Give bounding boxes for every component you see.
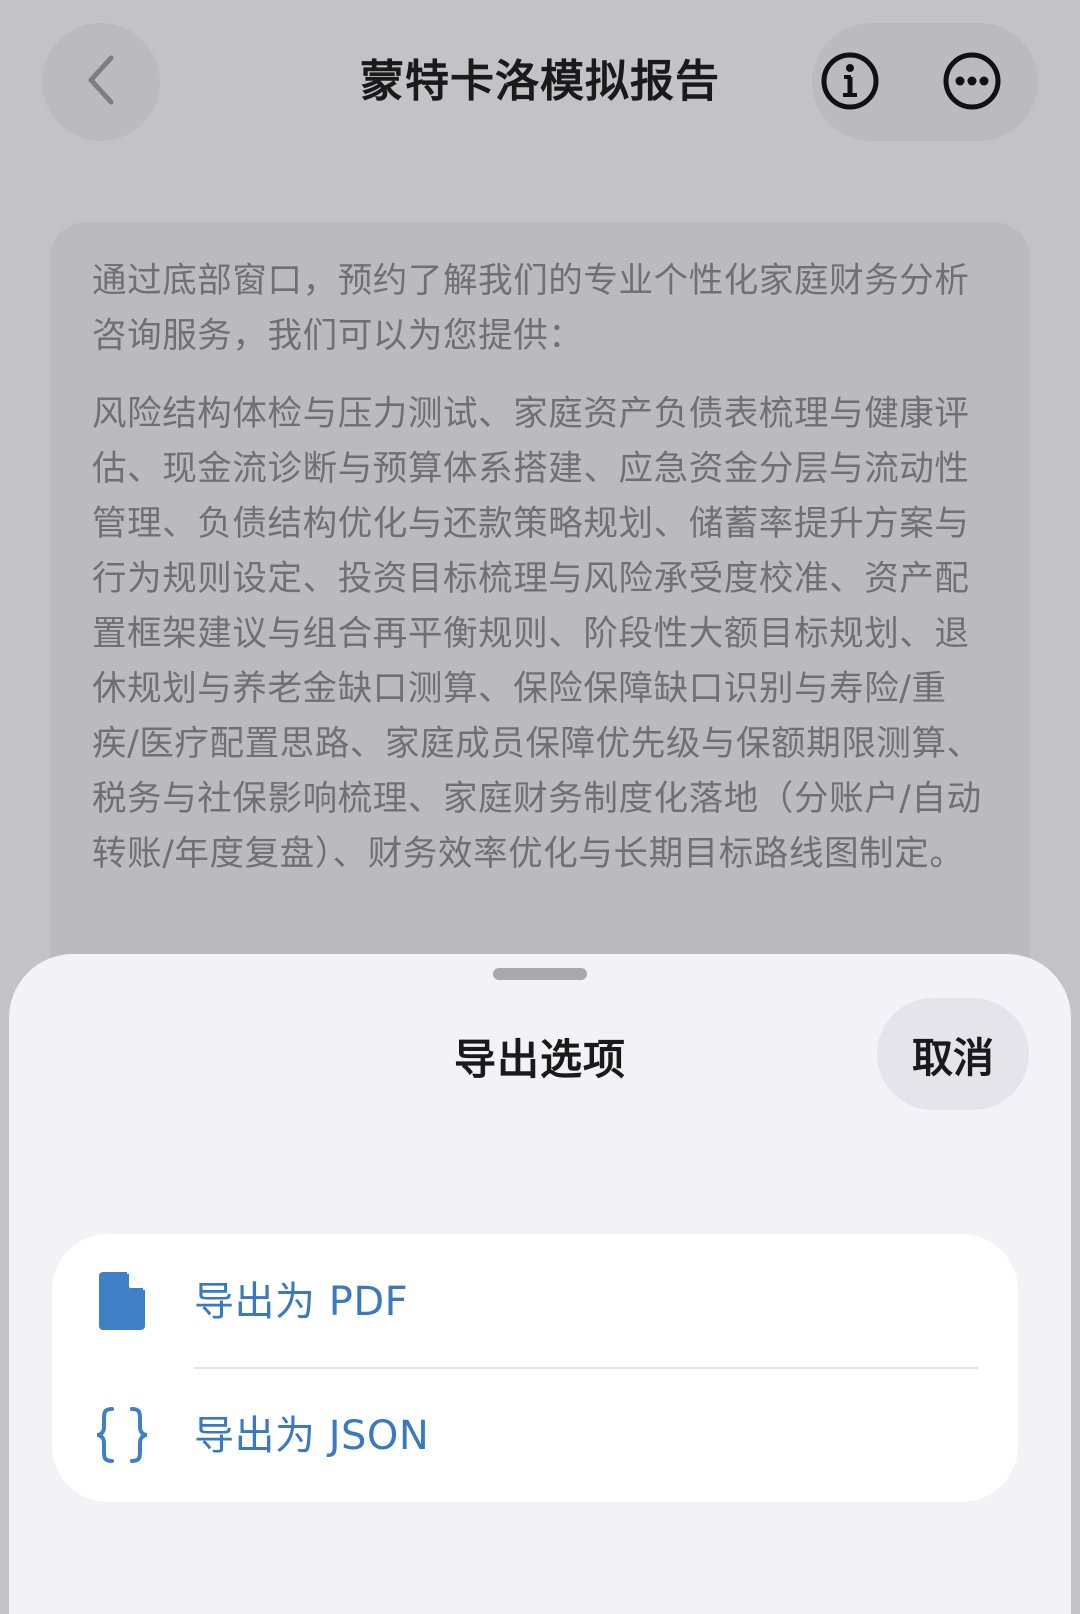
info-icon xyxy=(820,51,880,115)
card-intro-text: 通过底部窗口，预约了解我们的专业个性化家庭财务分析咨询服务，我们可以为您提供： xyxy=(92,261,970,356)
export-json-label: 导出为 JSON xyxy=(194,1413,430,1459)
navigation-bar: 蒙特卡洛模拟报告 xyxy=(0,0,1080,165)
sheet-grabber[interactable] xyxy=(493,968,587,980)
info-button[interactable] xyxy=(820,51,880,115)
curly-braces-icon xyxy=(92,1401,152,1469)
more-horizontal-icon xyxy=(942,51,1002,115)
export-pdf-option[interactable]: 导出为 PDF xyxy=(52,1234,1018,1369)
cancel-button[interactable]: 取消 xyxy=(877,998,1029,1110)
export-pdf-label: 导出为 PDF xyxy=(194,1279,409,1325)
document-icon xyxy=(92,1267,152,1335)
export-options-sheet: 导出选项 取消 导出为 PDF 导出为 JSON xyxy=(9,954,1071,1614)
chevron-left-icon xyxy=(81,52,121,112)
more-button[interactable] xyxy=(942,51,1002,115)
consultation-info-card: 通过底部窗口，预约了解我们的专业个性化家庭财务分析咨询服务，我们可以为您提供： … xyxy=(50,222,1030,1022)
nav-actions-group xyxy=(812,23,1038,141)
page-title: 蒙特卡洛模拟报告 xyxy=(360,56,720,107)
sheet-title: 导出选项 xyxy=(453,1035,626,1084)
export-json-option[interactable]: 导出为 JSON xyxy=(52,1368,1018,1502)
export-options-list: 导出为 PDF 导出为 JSON xyxy=(52,1234,1018,1502)
card-body-text: 风险结构体检与压力测试、家庭资产负债表梳理与健康评估、现金流诊断与预算体系搭建、… xyxy=(92,394,982,874)
back-button[interactable] xyxy=(42,23,160,141)
